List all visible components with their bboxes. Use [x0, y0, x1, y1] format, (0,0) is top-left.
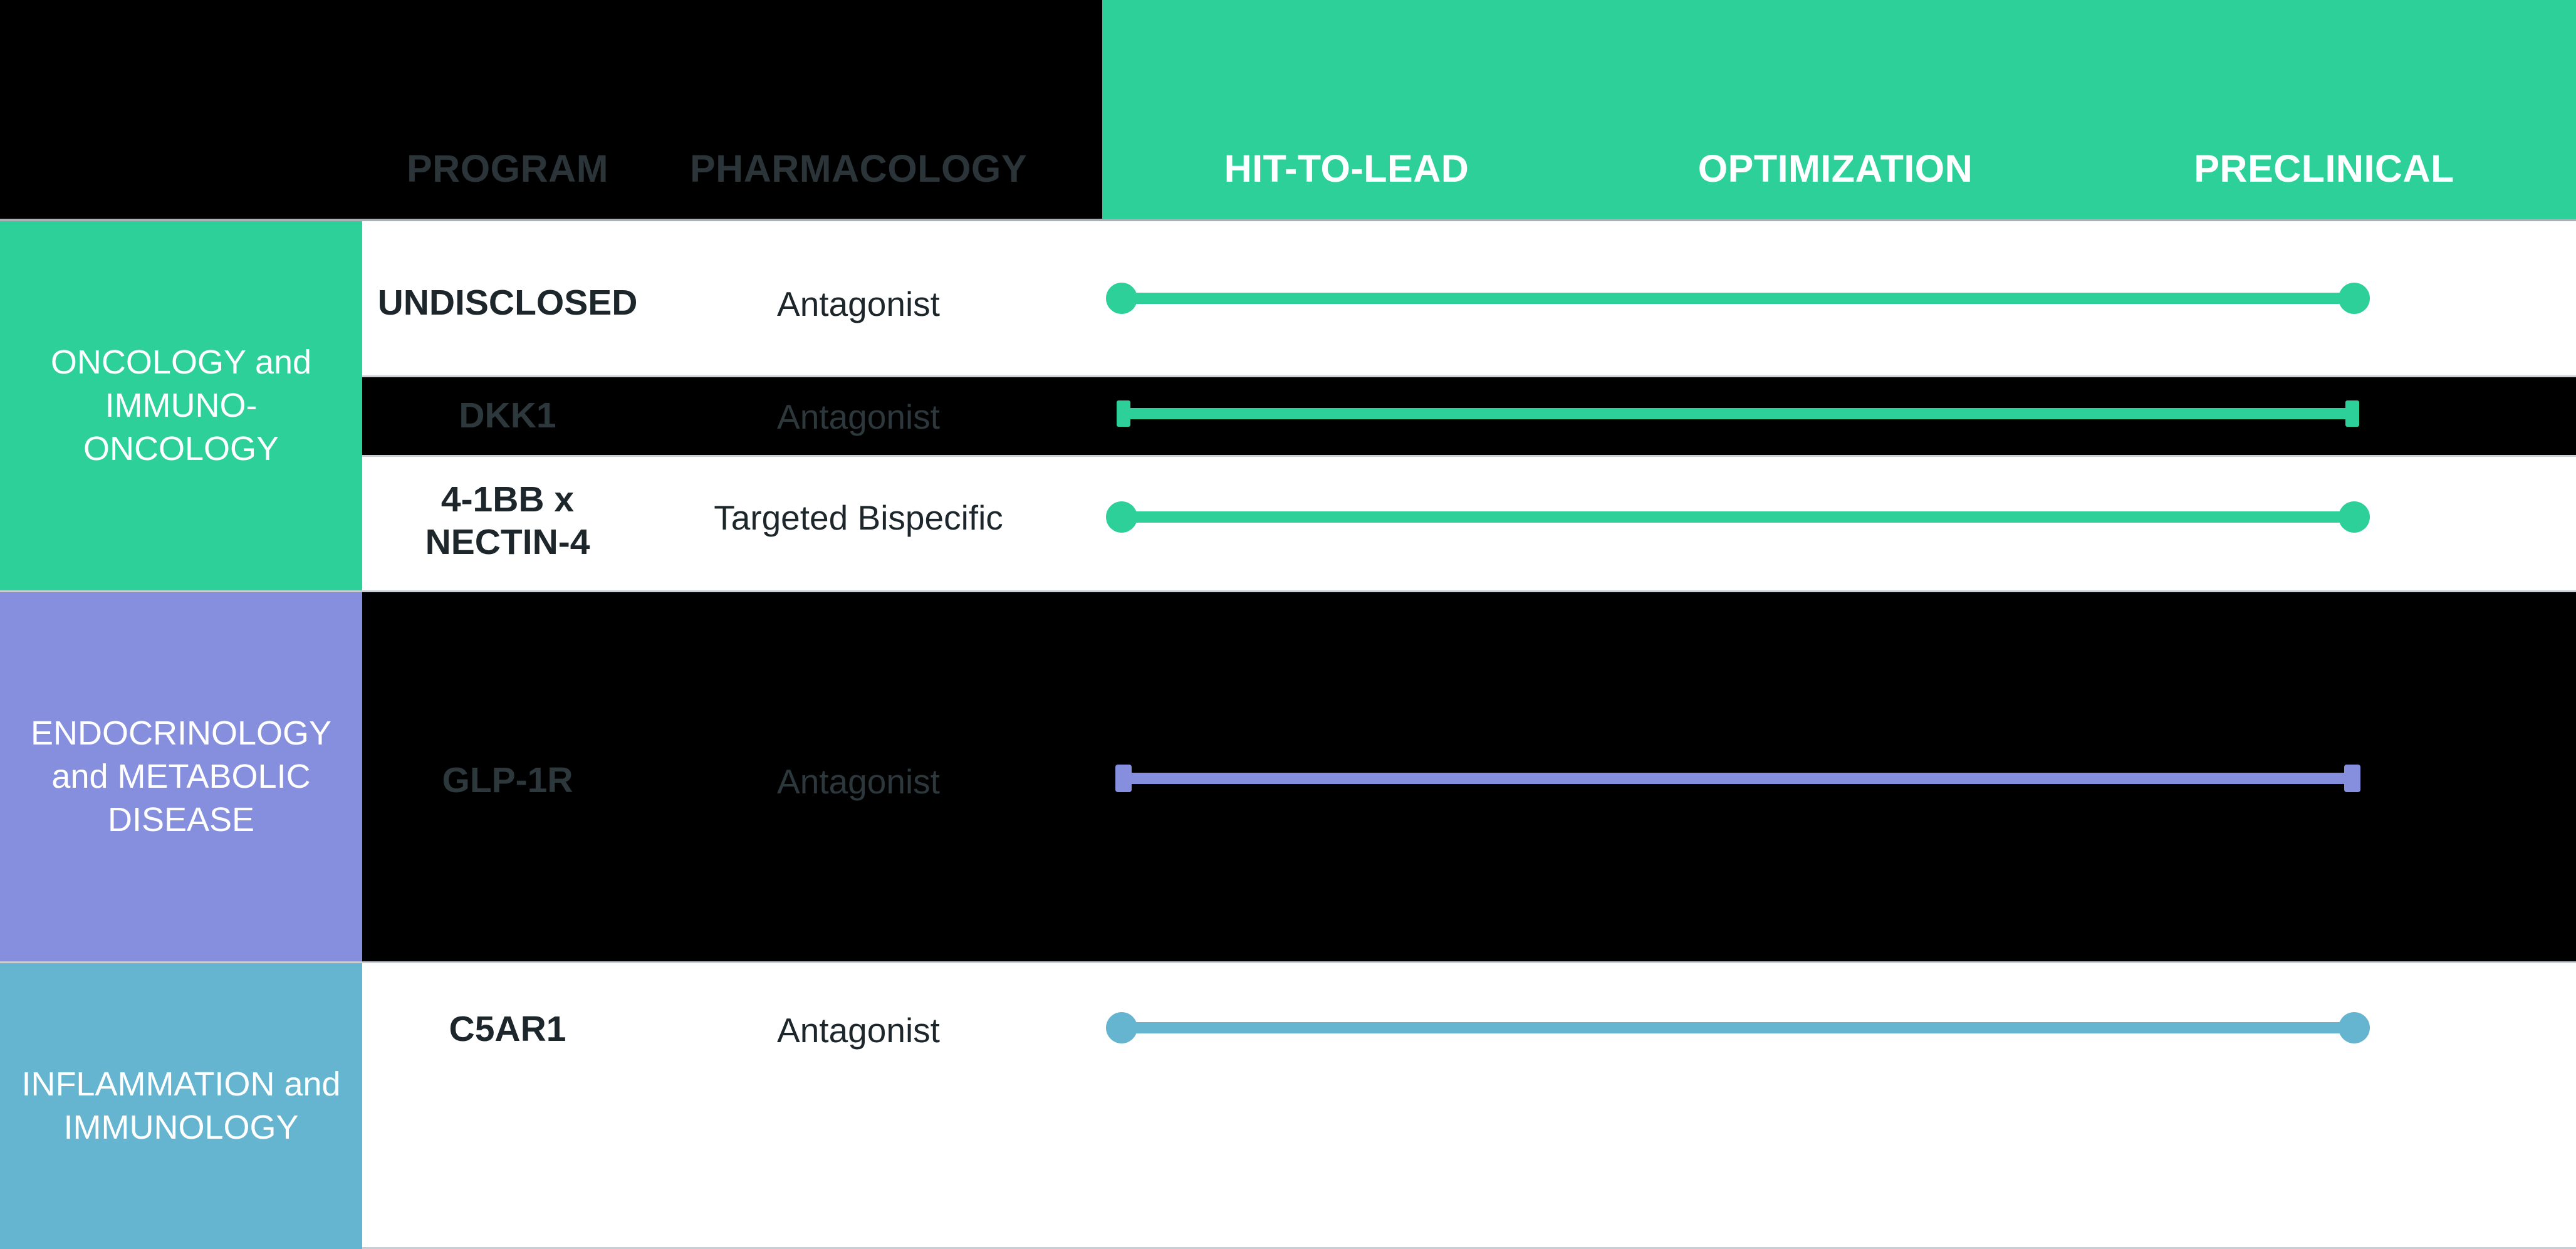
program-name-c5ar1: C5AR1 [449, 1009, 566, 1049]
pharmacology-dkk1: Antagonist [777, 397, 940, 436]
stage-header-hit-to-lead: HIT-TO-LEAD [1224, 147, 1469, 190]
program-name-4-1bb-nectin-4: 4-1BB x NECTIN-4 [363, 478, 652, 564]
category-oncology: ONCOLOGY and IMMUNO-ONCOLOGY [0, 221, 362, 590]
category-label: ENDOCRINOLOGY and METABOLIC DISEASE [30, 714, 332, 839]
stage-header-optimization: OPTIMIZATION [1697, 147, 1973, 190]
progress-bar-c5ar1[interactable] [1106, 1012, 2370, 1043]
row-divider [362, 375, 2576, 377]
program-name-glp-1r: GLP-1R [442, 760, 573, 800]
stage-header-preclinical: PRECLINICAL [2194, 147, 2454, 190]
progress-bar-undisclosed[interactable] [1106, 283, 2370, 314]
row-divider [362, 455, 2576, 457]
pipeline-body: ONCOLOGY and IMMUNO-ONCOLOGY ENDOCRINOLO… [0, 221, 2576, 1249]
bar-start-dot [1106, 501, 1137, 533]
category-endocrinology: ENDOCRINOLOGY and METABOLIC DISEASE [0, 592, 362, 961]
bar-line [1122, 511, 2354, 523]
category-inflammation: INFLAMMATION and IMMUNOLOGY [0, 963, 362, 1249]
bar-start-dot [1106, 1012, 1137, 1043]
bar-start-dot [1117, 400, 1130, 427]
column-header-program: PROGRAM [406, 147, 609, 190]
program-name-dkk1: DKK1 [459, 395, 556, 436]
row-divider [362, 590, 2576, 592]
progress-bar-glp-1r[interactable] [1115, 765, 2360, 792]
program-name-line: 4-1BB x NECTIN-4 [425, 479, 590, 563]
progress-bar-4-1bb-nectin-4[interactable] [1106, 501, 2370, 533]
pipeline-chart: PROGRAM PHARMACOLOGY HIT-TO-LEAD OPTIMIZ… [0, 0, 2576, 1249]
category-divider [0, 590, 362, 592]
progress-bar-dkk1[interactable] [1117, 400, 2359, 427]
pharmacology-undisclosed: Antagonist [777, 285, 940, 323]
category-divider [0, 961, 362, 963]
bar-end-dot [2344, 765, 2360, 792]
bar-line [1122, 773, 2354, 784]
bar-end-dot [2339, 1012, 2370, 1043]
pharmacology-c5ar1: Antagonist [777, 1011, 940, 1050]
bar-line [1122, 293, 2354, 304]
pharmacology-4-1bb-nectin-4: Targeted Bispecific [714, 498, 1003, 537]
pipeline-header: PROGRAM PHARMACOLOGY HIT-TO-LEAD OPTIMIZ… [0, 0, 2576, 221]
bar-start-dot [1115, 765, 1132, 792]
pharmacology-glp-1r: Antagonist [777, 762, 940, 801]
row-divider [362, 961, 2576, 963]
program-name-undisclosed: UNDISCLOSED [377, 283, 638, 323]
bar-end-dot [2339, 501, 2370, 533]
bar-start-dot [1106, 283, 1137, 314]
category-label: INFLAMMATION and IMMUNOLOGY [21, 1065, 341, 1146]
bar-end-dot [2339, 283, 2370, 314]
bar-line [1122, 408, 2354, 419]
column-header-pharmacology: PHARMACOLOGY [689, 147, 1028, 190]
table-row [362, 963, 2576, 1249]
bar-end-dot [2345, 400, 2359, 427]
bar-line [1122, 1022, 2354, 1033]
category-label: ONCOLOGY and IMMUNO-ONCOLOGY [50, 343, 312, 468]
